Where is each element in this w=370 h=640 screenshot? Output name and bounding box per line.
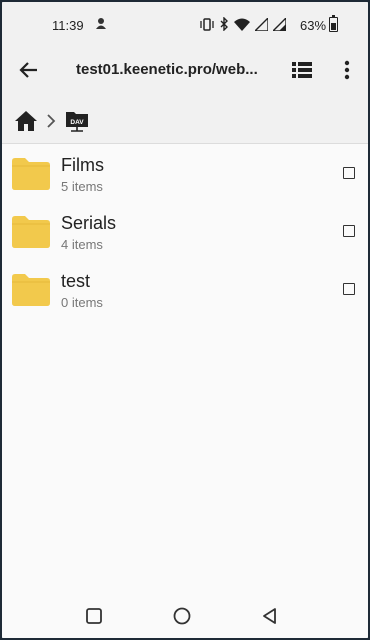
- status-bar: 11:39 63%: [2, 2, 368, 42]
- wifi-icon: [234, 18, 250, 31]
- item-count: 0 items: [61, 295, 103, 310]
- app-bar: test01.keenetic.pro/web...: [2, 42, 368, 98]
- select-checkbox[interactable]: [343, 283, 355, 295]
- home-circle-icon[interactable]: [172, 606, 192, 626]
- breadcrumb: DAV: [2, 98, 368, 144]
- back-triangle-icon[interactable]: [260, 606, 280, 626]
- folder-icon: [12, 158, 50, 190]
- battery-icon: [329, 15, 338, 32]
- recents-square-icon[interactable]: [84, 606, 104, 626]
- vibrate-icon: [200, 17, 214, 31]
- battery-percent: 63%: [300, 18, 327, 33]
- item-count: 5 items: [61, 179, 103, 194]
- list-item[interactable]: Serials 4 items: [2, 202, 368, 260]
- file-list: Films 5 items Serials 4 items test 0 ite…: [2, 144, 368, 318]
- back-arrow-icon[interactable]: [16, 57, 42, 83]
- folder-icon: [12, 216, 50, 248]
- system-nav-bar: [2, 592, 368, 638]
- page-title: test01.keenetic.pro/web...: [76, 61, 258, 78]
- phone-screen: 11:39 63% test01.keenetic.pro/web... DAV…: [2, 2, 368, 638]
- home-icon[interactable]: [14, 109, 38, 133]
- notification-icon: [94, 16, 108, 33]
- list-item[interactable]: test 0 items: [2, 260, 368, 318]
- svg-text:DAV: DAV: [70, 119, 84, 126]
- dav-server-icon[interactable]: DAV: [64, 108, 90, 134]
- more-options-icon[interactable]: [335, 58, 359, 82]
- item-name: Films: [61, 155, 104, 175]
- select-checkbox[interactable]: [343, 167, 355, 179]
- signal-icon-2: [273, 17, 286, 31]
- signal-icon: [255, 17, 268, 31]
- select-checkbox[interactable]: [343, 225, 355, 237]
- item-name: test: [61, 271, 91, 291]
- chevron-right-icon: [44, 112, 58, 130]
- list-item[interactable]: Films 5 items: [2, 144, 368, 202]
- item-count: 4 items: [61, 237, 103, 252]
- bluetooth-icon: [220, 17, 228, 31]
- status-icons: [200, 17, 286, 31]
- status-time: 11:39: [52, 18, 84, 33]
- item-name: Serials: [61, 213, 117, 233]
- list-view-icon[interactable]: [291, 59, 313, 81]
- folder-icon: [12, 274, 50, 306]
